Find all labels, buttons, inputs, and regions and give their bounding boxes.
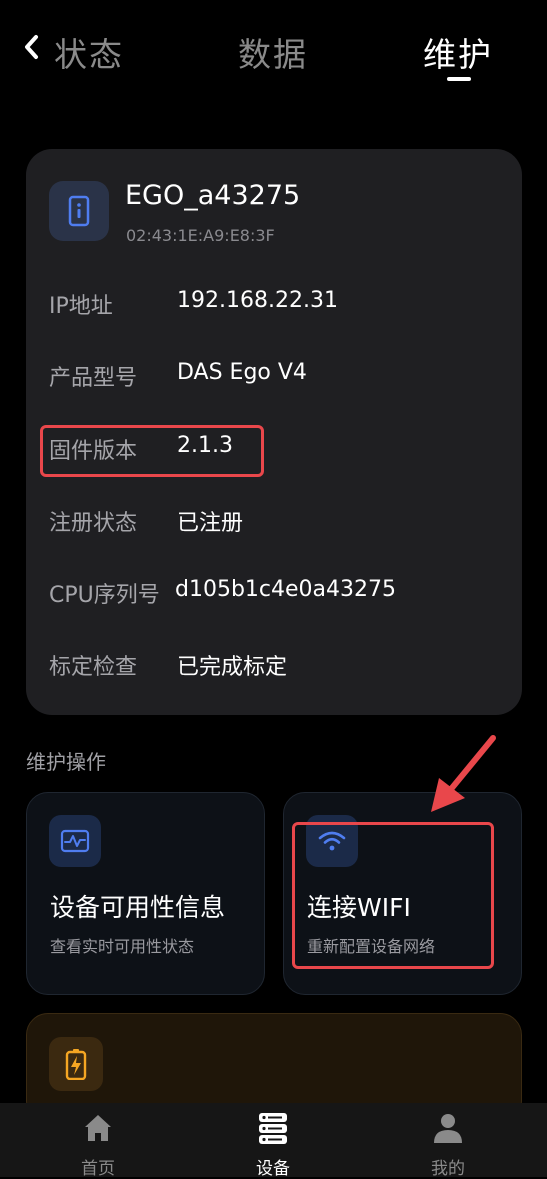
back-button[interactable]	[20, 30, 46, 64]
chevron-left-icon	[25, 35, 38, 59]
calibration-check-value: 已完成标定	[177, 655, 288, 680]
product-model-label: 产品型号	[49, 366, 138, 391]
tab-data[interactable]: 数据	[238, 28, 308, 76]
registration-status-value: 已注册	[177, 511, 244, 536]
device-info-icon	[49, 181, 109, 241]
product-model-value: DAS Ego V4	[177, 360, 307, 385]
nav-profile-label: 我的	[431, 1159, 465, 1179]
firmware-version-value: 2.1.3	[177, 433, 233, 458]
cpu-serial-label: CPU序列号	[49, 583, 160, 608]
maintenance-section-title: 维护操作	[26, 750, 106, 774]
nav-home[interactable]: 首页	[38, 1103, 158, 1179]
tab-maintenance[interactable]: 维护	[423, 28, 493, 76]
firmware-version-label: 固件版本	[49, 439, 138, 464]
wifi-highlight-box	[292, 822, 494, 969]
pulse-monitor-icon	[49, 815, 101, 867]
cpu-serial-value: d105b1c4e0a43275	[175, 577, 397, 602]
device-mac-address: 02:43:1E:A9:E8:3F	[126, 226, 275, 245]
nav-profile[interactable]: 我的	[388, 1103, 508, 1179]
registration-status-label: 注册状态	[49, 511, 138, 536]
nav-device-label: 设备	[256, 1159, 290, 1179]
calibration-check-label: 标定检查	[49, 655, 138, 680]
tab-status[interactable]: 状态	[54, 28, 124, 76]
device-availability-title: 设备可用性信息	[50, 893, 226, 922]
ip-address-value: 192.168.22.31	[177, 288, 338, 313]
ip-address-label: IP地址	[49, 294, 113, 319]
active-tab-indicator	[447, 77, 471, 81]
user-icon	[434, 1114, 462, 1143]
nav-device[interactable]: 设备	[213, 1103, 333, 1179]
device-list-icon	[259, 1113, 287, 1144]
nav-home-label: 首页	[81, 1159, 115, 1179]
battery-charging-icon	[49, 1037, 103, 1091]
device-availability-subtitle: 查看实时可用性状态	[50, 937, 195, 956]
device-name: EGO_a43275	[125, 180, 301, 211]
red-arrow-annotation	[431, 735, 496, 812]
home-icon	[85, 1115, 111, 1141]
